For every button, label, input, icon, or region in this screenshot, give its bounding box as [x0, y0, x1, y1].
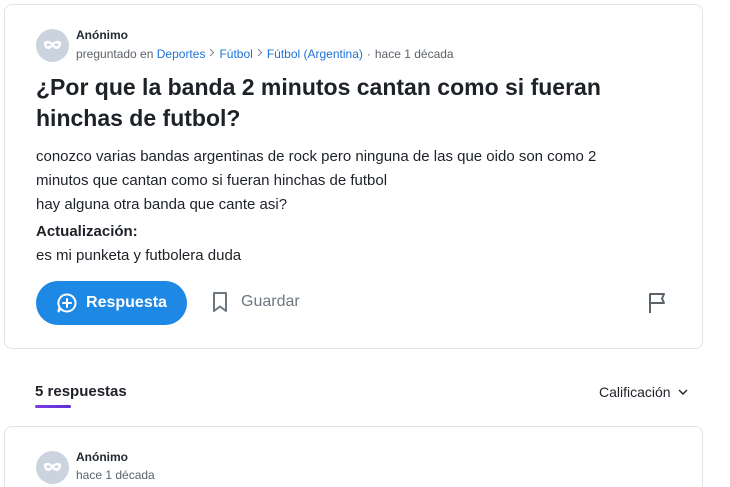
- chevron-right-icon: [209, 48, 215, 60]
- question-body-line: hay alguna otra banda que cante asi?: [36, 196, 288, 213]
- chevron-down-icon: [678, 389, 688, 395]
- question-time: hace 1 década: [374, 47, 454, 61]
- answers-tab[interactable]: 5 respuestas: [35, 383, 127, 400]
- avatar[interactable]: [36, 29, 69, 62]
- answer-button-label: Respuesta: [86, 294, 167, 311]
- chevron-right-icon: [257, 48, 263, 60]
- answer-time: hace 1 década: [76, 468, 155, 482]
- separator-dot: ·: [366, 47, 371, 61]
- breadcrumb-futbol-argentina[interactable]: Fútbol (Argentina): [267, 47, 363, 61]
- report-flag-button[interactable]: [647, 292, 669, 319]
- update-text: es mi punketa y futbolera duda: [36, 247, 242, 264]
- breadcrumb-futbol[interactable]: Fútbol: [219, 47, 252, 61]
- question-card: Anónimo preguntado en Deportes Fútbol Fú…: [4, 4, 703, 349]
- question-body-line: conozco varias bandas argentinas de rock…: [36, 148, 597, 165]
- question-body: conozco varias bandas argentinas de rock…: [36, 145, 676, 217]
- sort-dropdown[interactable]: Calificación: [599, 384, 688, 400]
- bookmark-icon: [213, 292, 227, 312]
- author-name[interactable]: Anónimo: [76, 28, 128, 42]
- anonymous-mask-icon: [43, 462, 62, 471]
- asked-in-label: preguntado en: [76, 47, 154, 61]
- author-name[interactable]: Anónimo: [76, 450, 128, 464]
- answer-button[interactable]: Respuesta: [36, 281, 187, 325]
- question-body-line: minutos que cantan como si fueran hincha…: [36, 172, 388, 189]
- update-label: Actualización:: [36, 223, 138, 240]
- answer-meta: hace 1 década: [76, 468, 155, 482]
- answer-card: Anónimo hace 1 década: [4, 426, 703, 487]
- sort-dropdown-label: Calificación: [599, 384, 671, 400]
- avatar[interactable]: [36, 451, 69, 484]
- anonymous-mask-icon: [43, 40, 62, 49]
- save-button-label: Guardar: [241, 293, 300, 310]
- question-meta: preguntado en Deportes Fútbol Fútbol (Ar…: [76, 47, 454, 61]
- flag-icon: [649, 293, 665, 313]
- chat-plus-icon: [57, 293, 77, 313]
- save-button[interactable]: Guardar: [212, 291, 300, 313]
- breadcrumb-deportes[interactable]: Deportes: [157, 47, 206, 61]
- answers-tab-underline: [35, 405, 71, 408]
- question-title: ¿Por que la banda 2 minutos cantan como …: [36, 74, 601, 131]
